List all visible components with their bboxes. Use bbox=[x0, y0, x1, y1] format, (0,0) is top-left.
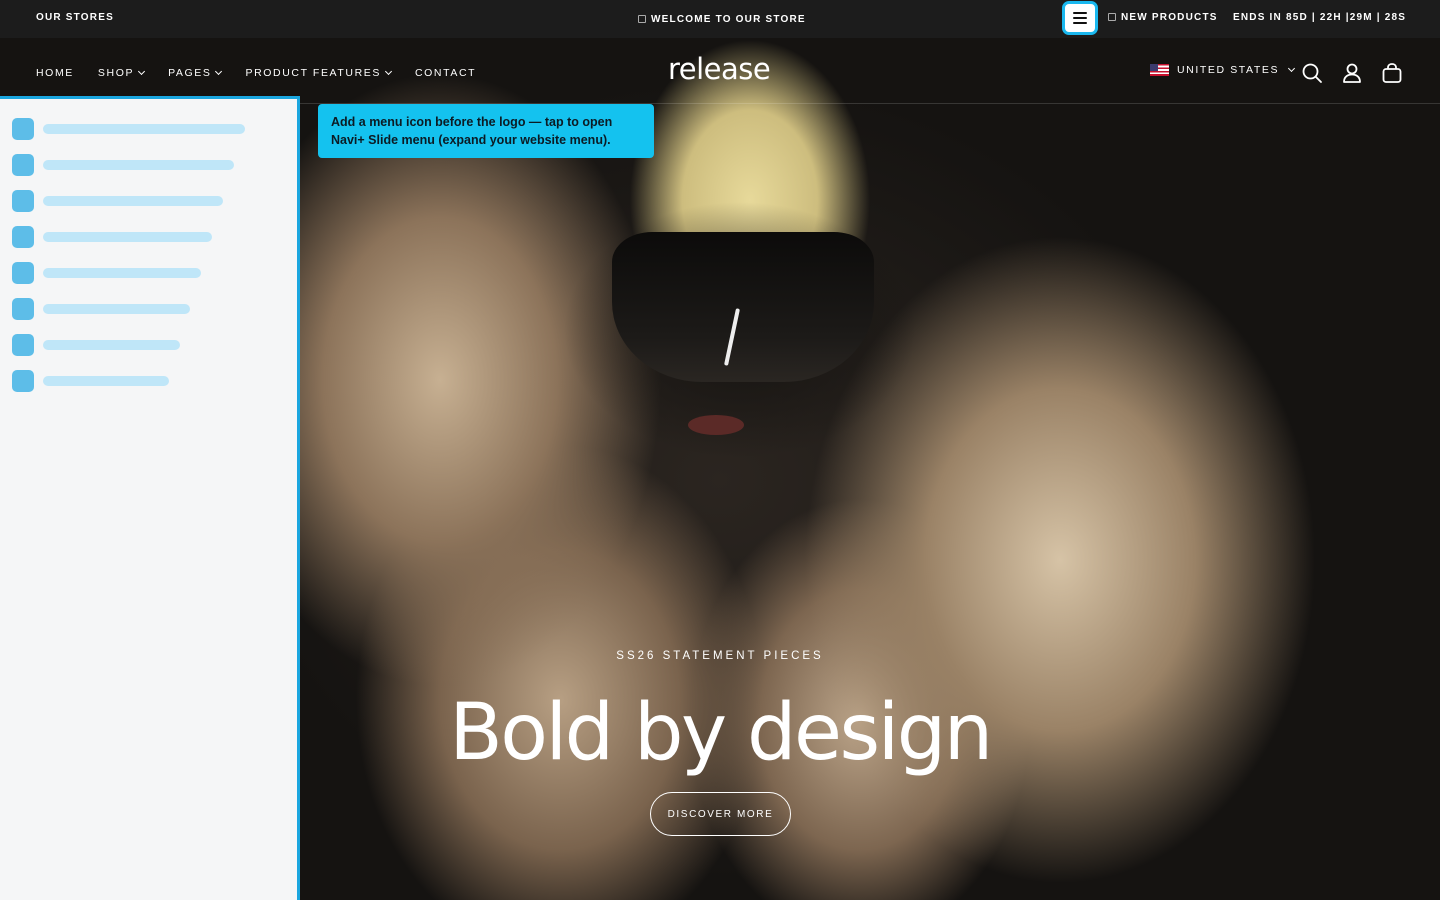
hero-headline: Bold by design bbox=[449, 688, 993, 778]
site-header: HOME SHOP PAGES PRODUCT FEATURES CONTACT… bbox=[0, 38, 1440, 104]
cart-bag-icon[interactable] bbox=[1381, 62, 1403, 84]
nav-home-label: HOME bbox=[36, 67, 74, 79]
hero-visor-shape bbox=[612, 232, 874, 382]
nav-shop[interactable]: SHOP bbox=[97, 67, 146, 79]
skeleton-row bbox=[12, 298, 190, 320]
site-logo[interactable]: release bbox=[668, 52, 771, 86]
welcome-text: WELCOME TO OUR STORE bbox=[651, 14, 806, 25]
chevron-down-icon bbox=[1288, 64, 1296, 73]
search-icon[interactable] bbox=[1301, 62, 1323, 84]
skeleton-row bbox=[12, 334, 180, 356]
main-nav: HOME SHOP PAGES PRODUCT FEATURES CONTACT bbox=[36, 67, 500, 79]
nav-contact-label: CONTACT bbox=[414, 67, 477, 79]
new-products-link[interactable]: NEW PRODUCTS bbox=[1108, 12, 1218, 23]
skeleton-row bbox=[12, 154, 234, 176]
calendar-icon bbox=[1108, 13, 1116, 21]
region-selector[interactable]: UNITED STATES bbox=[1150, 64, 1296, 76]
hero-lips-shape bbox=[688, 415, 744, 435]
new-products-text: NEW PRODUCTS bbox=[1121, 12, 1218, 23]
skeleton-row bbox=[12, 370, 169, 392]
chevron-down-icon bbox=[138, 67, 146, 76]
menu-icon-tooltip: Add a menu icon before the logo — tap to… bbox=[318, 104, 654, 158]
skeleton-row bbox=[12, 190, 223, 212]
skeleton-row bbox=[12, 118, 245, 140]
us-flag-icon bbox=[1150, 64, 1169, 76]
nav-shop-label: SHOP bbox=[97, 67, 135, 79]
nav-pages-label: PAGES bbox=[168, 67, 212, 79]
nav-home[interactable]: HOME bbox=[36, 67, 74, 79]
nav-pages[interactable]: PAGES bbox=[168, 67, 223, 79]
hero-eyebrow: SS26 STATEMENT PIECES bbox=[616, 650, 824, 662]
nav-contact[interactable]: CONTACT bbox=[415, 67, 476, 79]
countdown-timer: ENDS IN 85D | 22H |29M | 28S bbox=[1233, 12, 1407, 23]
announcement-bar: OUR STORES WELCOME TO OUR STORE NEW PROD… bbox=[0, 0, 1440, 38]
menu-icon-button[interactable] bbox=[1062, 1, 1098, 35]
skeleton-row bbox=[12, 262, 201, 284]
nav-product-features[interactable]: PRODUCT FEATURES bbox=[245, 67, 393, 79]
hamburger-icon bbox=[1073, 12, 1087, 24]
skeleton-row bbox=[12, 226, 212, 248]
account-icon[interactable] bbox=[1341, 62, 1363, 84]
our-stores-link[interactable]: OUR STORES bbox=[36, 12, 114, 23]
discover-more-button[interactable]: DISCOVER MORE bbox=[650, 792, 791, 836]
calendar-icon bbox=[638, 15, 646, 23]
slide-menu-preview bbox=[0, 96, 300, 900]
chevron-down-icon bbox=[215, 67, 223, 76]
region-label: UNITED STATES bbox=[1177, 64, 1280, 76]
welcome-message: WELCOME TO OUR STORE bbox=[638, 14, 806, 25]
nav-product-features-label: PRODUCT FEATURES bbox=[245, 67, 381, 79]
chevron-down-icon bbox=[384, 67, 393, 76]
